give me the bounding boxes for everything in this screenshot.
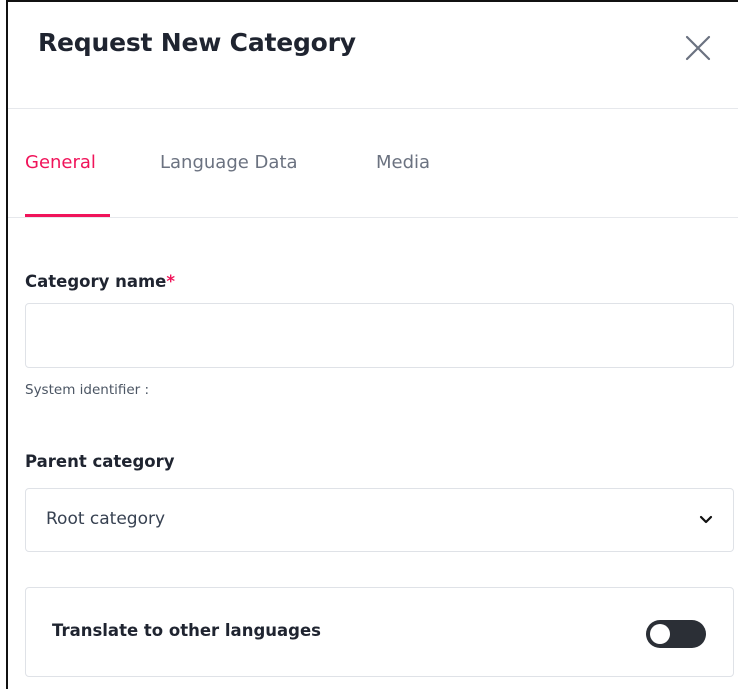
toggle-knob xyxy=(650,624,670,644)
category-name-input[interactable] xyxy=(25,303,734,368)
category-name-label-text: Category name xyxy=(25,272,167,291)
request-category-dialog: Request New Category General Language Da… xyxy=(6,0,738,689)
parent-category-value: Root category xyxy=(46,509,166,529)
dialog-header: Request New Category xyxy=(8,2,738,109)
parent-category-select[interactable]: Root category xyxy=(25,488,734,552)
tab-language-data[interactable]: Language Data xyxy=(160,152,298,173)
category-name-label: Category name* xyxy=(25,272,175,291)
tab-general[interactable]: General xyxy=(25,152,96,173)
close-button[interactable] xyxy=(682,32,714,64)
tab-media[interactable]: Media xyxy=(376,152,430,173)
active-tab-indicator xyxy=(25,214,110,217)
dialog-title: Request New Category xyxy=(38,28,356,57)
system-identifier-label: System identifier : xyxy=(25,382,150,398)
translate-card: Translate to other languages xyxy=(25,587,734,677)
tab-bar: General Language Data Media xyxy=(8,108,738,218)
translate-label: Translate to other languages xyxy=(52,621,321,640)
translate-toggle[interactable] xyxy=(646,620,706,648)
parent-category-label: Parent category xyxy=(25,452,175,471)
required-marker: * xyxy=(166,272,176,291)
close-icon xyxy=(685,35,711,61)
chevron-down-icon xyxy=(699,515,713,524)
